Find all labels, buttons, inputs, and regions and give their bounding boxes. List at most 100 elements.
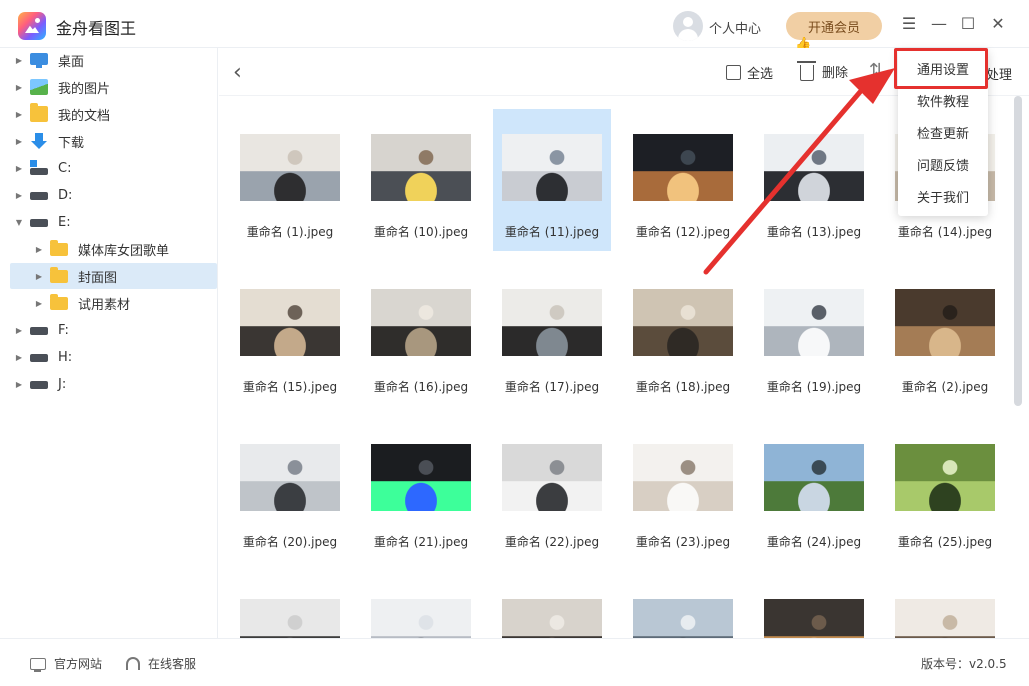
menu-item[interactable]: 关于我们 (898, 183, 988, 215)
sidebar-item[interactable]: ▶ 我的图片 (10, 74, 217, 100)
collapsed-arrow-icon[interactable]: ▶ (14, 353, 24, 362)
collapsed-arrow-icon[interactable]: ▶ (14, 380, 24, 389)
avatar[interactable] (673, 11, 703, 41)
thumbnail-image[interactable] (764, 134, 864, 201)
sidebar-item[interactable]: ▶ F: (10, 317, 217, 343)
thumbnail-image[interactable] (502, 134, 602, 201)
checkbox-box[interactable] (726, 65, 741, 80)
thumbnail-image[interactable] (371, 134, 471, 201)
thumbnail-image[interactable] (371, 444, 471, 511)
collapsed-arrow-icon[interactable]: ▶ (14, 137, 24, 146)
official-site-link[interactable]: 官方网站 (30, 655, 102, 672)
image-thumbnail-card[interactable] (755, 574, 873, 638)
thumbnail-image[interactable] (633, 134, 733, 201)
thumbnail-image[interactable] (895, 289, 995, 356)
headset-icon (126, 657, 140, 670)
thumbnail-image[interactable] (895, 444, 995, 511)
thumbnail-image[interactable] (633, 289, 733, 356)
image-thumbnail-card[interactable]: 重命名 (17).jpeg (493, 264, 611, 406)
vip-button[interactable]: 👍 开通会员 (786, 12, 882, 52)
thumbnail-image[interactable] (895, 599, 995, 638)
sort-icon[interactable]: ⇅ (869, 60, 884, 81)
thumbnail-image[interactable] (240, 134, 340, 201)
image-thumbnail-card[interactable]: 重命名 (21).jpeg (362, 419, 480, 561)
thumbnail-image[interactable] (502, 289, 602, 356)
image-thumbnail-card[interactable]: 重命名 (25).jpeg (886, 419, 1004, 561)
menu-item[interactable]: 软件教程 (898, 87, 988, 119)
collapsed-arrow-icon[interactable]: ▶ (34, 272, 44, 281)
thumbnail-image[interactable] (764, 599, 864, 638)
sidebar-item-label: 我的图片 (58, 81, 111, 97)
online-service-label: 在线客服 (148, 657, 197, 671)
collapsed-arrow-icon[interactable]: ▶ (34, 245, 44, 254)
back-button[interactable]: ‹ (233, 60, 242, 85)
image-thumbnail-card[interactable]: 重命名 (11).jpeg (493, 109, 611, 251)
thumbnail-image[interactable] (371, 289, 471, 356)
menu-item[interactable]: 检查更新 (898, 119, 988, 151)
sidebar-item[interactable]: ▶ J: (10, 371, 217, 397)
collapsed-arrow-icon[interactable]: ▶ (14, 56, 24, 65)
collapsed-arrow-icon[interactable]: ▶ (14, 110, 24, 119)
image-thumbnail-card[interactable]: 重命名 (12).jpeg (624, 109, 742, 251)
user-center-link[interactable]: 个人中心 (709, 18, 761, 37)
image-thumbnail-card[interactable]: 重命名 (20).jpeg (231, 419, 349, 561)
menu-item[interactable]: 问题反馈 (898, 151, 988, 183)
collapsed-arrow-icon[interactable]: ▶ (14, 164, 24, 173)
image-thumbnail-card[interactable]: 重命名 (15).jpeg (231, 264, 349, 406)
thumbnail-image[interactable] (240, 444, 340, 511)
image-thumbnail-card[interactable]: 重命名 (13).jpeg (755, 109, 873, 251)
minimize-icon[interactable]: — (929, 14, 949, 34)
grid-scrollbar[interactable] (1014, 96, 1022, 406)
image-thumbnail-card[interactable] (231, 574, 349, 638)
image-thumbnail-card[interactable]: 重命名 (24).jpeg (755, 419, 873, 561)
collapsed-arrow-icon[interactable]: ▶ (34, 299, 44, 308)
image-thumbnail-card[interactable]: 重命名 (22).jpeg (493, 419, 611, 561)
thumbnail-image[interactable] (633, 444, 733, 511)
collapsed-arrow-icon[interactable]: ▶ (14, 326, 24, 335)
image-thumbnail-card[interactable]: 重命名 (16).jpeg (362, 264, 480, 406)
image-thumbnail-card[interactable] (362, 574, 480, 638)
thumbnail-image[interactable] (240, 289, 340, 356)
sidebar-item[interactable]: ▶ 试用素材 (10, 290, 217, 316)
sidebar-item-label: J: (58, 376, 67, 392)
thumbnail-image[interactable] (764, 444, 864, 511)
sidebar-item[interactable]: ▶ 媒体库女团歌单 (10, 236, 217, 262)
thumbnail-image[interactable] (502, 444, 602, 511)
thumbnail-filename: 重命名 (23).jpeg (635, 535, 731, 549)
thumbnail-image[interactable] (371, 599, 471, 638)
online-service-link[interactable]: 在线客服 (126, 655, 196, 672)
image-thumbnail-card[interactable]: 重命名 (18).jpeg (624, 264, 742, 406)
sidebar-item[interactable]: ▶ 封面图 (10, 263, 217, 289)
image-thumbnail-card[interactable]: 重命名 (2).jpeg (886, 264, 1004, 406)
collapsed-arrow-icon[interactable]: ▶ (14, 191, 24, 200)
thumbnail-filename: 重命名 (20).jpeg (242, 535, 338, 549)
image-thumbnail-card[interactable]: 重命名 (1).jpeg (231, 109, 349, 251)
collapsed-arrow-icon[interactable]: ▶ (14, 83, 24, 92)
image-thumbnail-card[interactable] (624, 574, 742, 638)
delete-button[interactable]: 删除 (797, 61, 848, 81)
expanded-arrow-icon[interactable]: ▼ (14, 218, 24, 227)
sidebar-item[interactable]: ▼ E: (10, 209, 217, 235)
thumbnail-image[interactable] (633, 599, 733, 638)
sidebar-item[interactable]: ▶ 我的文档 (10, 101, 217, 127)
process-button[interactable]: 处理 (986, 64, 1012, 83)
image-thumbnail-card[interactable]: 重命名 (10).jpeg (362, 109, 480, 251)
thumbnail-image[interactable] (764, 289, 864, 356)
desktop-icon (30, 53, 48, 68)
sidebar-item[interactable]: ▶ 下载 (10, 128, 217, 154)
image-thumbnail-card[interactable]: 重命名 (19).jpeg (755, 264, 873, 406)
sidebar-item[interactable]: ▶ D: (10, 182, 217, 208)
select-all-checkbox[interactable]: 全选 (726, 63, 773, 82)
image-thumbnail-card[interactable] (886, 574, 1004, 638)
close-icon[interactable]: ✕ (988, 14, 1008, 34)
sidebar-item[interactable]: ▶ H: (10, 344, 217, 370)
sidebar-item[interactable]: ▶ C: (10, 155, 217, 181)
image-thumbnail-card[interactable]: 重命名 (23).jpeg (624, 419, 742, 561)
thumbnail-image[interactable] (502, 599, 602, 638)
sidebar-item[interactable]: ▶ 桌面 (10, 47, 217, 73)
image-thumbnail-card[interactable] (493, 574, 611, 638)
thumbnail-image[interactable] (240, 599, 340, 638)
hamburger-icon[interactable]: ☰ (899, 14, 919, 34)
maximize-icon[interactable]: ☐ (958, 14, 978, 34)
thumbnail-filename: 重命名 (2).jpeg (901, 380, 989, 394)
